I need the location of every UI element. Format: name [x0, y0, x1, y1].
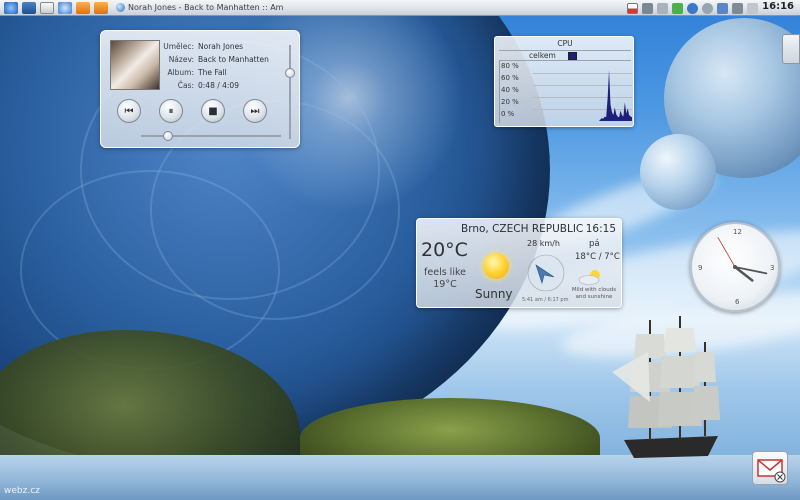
legend-label: celkem	[529, 51, 556, 60]
weather-temperature: 20°C	[421, 239, 468, 261]
cpu-plot: 80 % 60 % 40 % 20 % 0 %	[499, 61, 632, 123]
task-title: Norah Jones - Back to Manhatten :: Am	[128, 3, 284, 12]
mail-notifier[interactable]	[752, 451, 788, 485]
system-tray	[623, 1, 758, 15]
analog-clock-widget: 12 3 6 9	[690, 222, 780, 312]
battery-icon[interactable]	[717, 2, 728, 14]
time-value: 0:48 / 4:09	[198, 81, 239, 90]
previous-icon: ⏮	[124, 105, 134, 117]
amarok-icon	[116, 3, 125, 12]
sailing-ship	[612, 316, 720, 458]
clock-center	[733, 265, 737, 269]
forecast-temperature: 18°C / 7°C	[575, 252, 620, 262]
weather-feels-like: feels like 19°C	[424, 267, 466, 290]
album-cover	[110, 40, 160, 90]
update-icon[interactable]	[687, 2, 698, 14]
volume-icon[interactable]	[732, 2, 743, 14]
task-button-amarok[interactable]: Norah Jones - Back to Manhatten :: Am	[116, 1, 316, 15]
cpu-legend: celkem	[499, 50, 631, 61]
previous-button[interactable]: ⏮	[117, 99, 141, 123]
network-icon[interactable]	[672, 2, 683, 14]
time-row: Čas: 0:48 / 4:09	[161, 81, 239, 90]
now-playing-widget: Umělec: Norah Jones Název: Back to Manhatt…	[100, 30, 300, 148]
watermark: webz.cz	[4, 486, 40, 496]
forecast-day: pá	[589, 239, 600, 249]
pause-button[interactable]: ⏸	[159, 99, 183, 123]
weather-condition: Sunny	[475, 287, 513, 301]
mail-icon	[757, 459, 786, 483]
konqueror-icon[interactable]	[58, 1, 72, 14]
planet-small	[640, 134, 716, 210]
device-notifier-icon[interactable]	[747, 2, 758, 14]
kde-menu-icon[interactable]	[4, 1, 18, 14]
clock-hands	[717, 237, 768, 282]
cpu-graph	[533, 70, 632, 121]
rss-icon[interactable]	[94, 1, 108, 14]
taskbar: Norah Jones - Back to Manhatten :: Am 16…	[0, 0, 800, 16]
title-row: Název: Back to Manhatten	[161, 55, 269, 64]
title-value: Back to Manhatten	[198, 55, 269, 64]
stop-button[interactable]: ■	[201, 99, 225, 123]
cloud-sun-icon	[578, 270, 600, 285]
weather-time: 16:15	[585, 223, 616, 235]
legend-swatch	[568, 52, 577, 60]
album-row: Album: The Fall	[161, 68, 227, 77]
time-label: Čas:	[177, 81, 194, 90]
forecast-description: Mild with clouds and sunshine	[571, 287, 617, 300]
panel-handle[interactable]	[782, 34, 800, 64]
stop-icon: ■	[208, 105, 218, 117]
cpu-series-celkem	[533, 70, 632, 121]
cpu-title: CPU	[557, 39, 573, 48]
artist-label: Umělec:	[163, 42, 194, 51]
second-hand	[717, 237, 736, 268]
next-button[interactable]: ⏭	[243, 99, 267, 123]
taskbar-clock[interactable]: 16:16	[762, 1, 794, 12]
wind-compass-icon	[527, 254, 565, 292]
volume-slider[interactable]	[285, 68, 295, 79]
artist-value: Norah Jones	[198, 42, 244, 51]
album-value: The Fall	[198, 68, 227, 77]
album-label: Album:	[167, 68, 194, 77]
weather-widget: Brno, CZECH REPUBLIC 16:15 20°C feels li…	[416, 218, 622, 308]
rss-icon[interactable]	[76, 1, 90, 14]
artist-row: Umělec: Norah Jones	[161, 42, 243, 51]
sun-times: 5:41 am / 6:17 pm	[522, 297, 569, 303]
title-label: Název:	[168, 55, 194, 64]
show-desktop-icon[interactable]	[22, 1, 36, 14]
volume-track[interactable]	[289, 45, 291, 139]
info-icon[interactable]	[702, 2, 713, 14]
home-folder-icon[interactable]	[40, 1, 54, 14]
clipboard-icon[interactable]	[657, 2, 668, 14]
sun-icon	[483, 253, 509, 279]
language-flag-icon[interactable]	[627, 2, 638, 14]
wind-speed: 28 km/h	[527, 239, 560, 248]
cpu-monitor-widget: CPU celkem 80 % 60 % 40 % 20 % 0 %	[494, 36, 634, 127]
weather-location: Brno, CZECH REPUBLIC	[461, 223, 584, 235]
next-icon: ⏭	[250, 105, 260, 117]
seek-slider[interactable]	[162, 131, 173, 141]
printer-icon[interactable]	[642, 2, 653, 14]
pause-icon: ⏸	[168, 105, 174, 117]
